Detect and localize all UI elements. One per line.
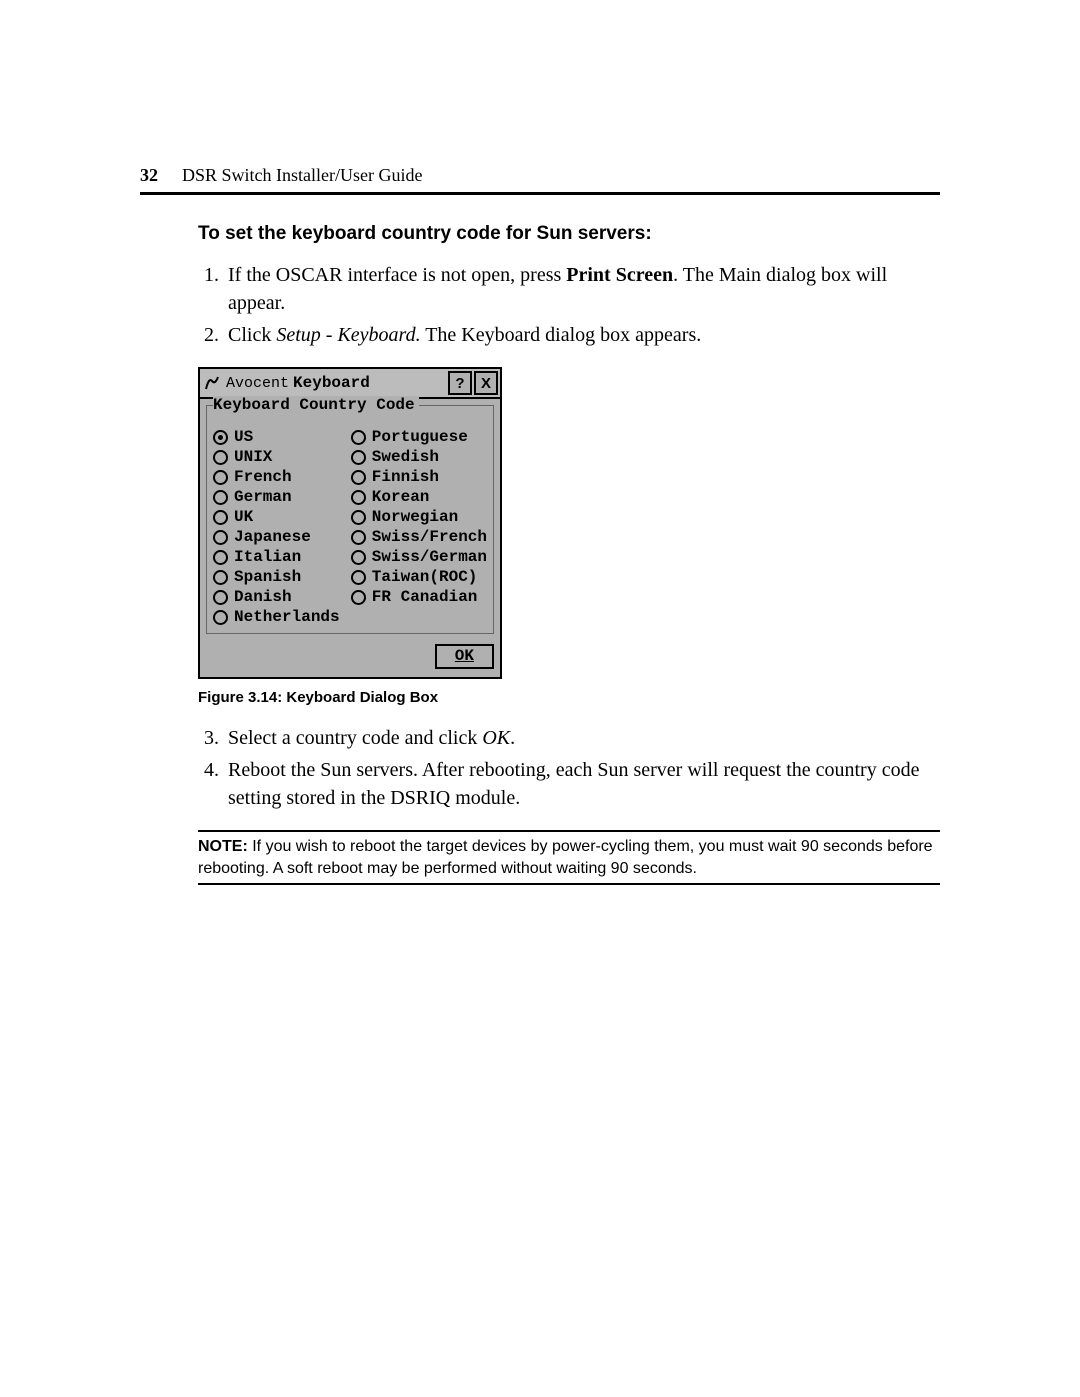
page: 32 DSR Switch Installer/User Guide To se… xyxy=(0,0,1080,1397)
radio-label: Swiss/German xyxy=(372,548,487,567)
step-2: Click Setup - Keyboard. The Keyboard dia… xyxy=(224,321,940,349)
radio-label: Danish xyxy=(234,588,292,607)
radio-option[interactable]: Japanese xyxy=(213,528,343,547)
step-4: Reboot the Sun servers. After rebooting,… xyxy=(224,756,940,812)
step-text: The Keyboard dialog box appears. xyxy=(421,324,702,346)
close-button[interactable]: X xyxy=(474,371,498,395)
steps-list-1: If the OSCAR interface is not open, pres… xyxy=(198,261,940,349)
radio-icon[interactable] xyxy=(351,570,366,585)
radio-icon[interactable] xyxy=(213,510,228,525)
radio-icon[interactable] xyxy=(351,450,366,465)
radio-icon[interactable] xyxy=(351,430,366,445)
step-bold: Print Screen xyxy=(566,264,673,286)
radio-option[interactable]: Portuguese xyxy=(351,428,487,447)
radio-icon[interactable] xyxy=(351,490,366,505)
radio-option[interactable]: Korean xyxy=(351,488,487,507)
radio-label: Japanese xyxy=(234,528,311,547)
radio-label: French xyxy=(234,468,292,487)
radio-label: FR Canadian xyxy=(372,588,478,607)
radio-label: Portuguese xyxy=(372,428,468,447)
radio-label: Taiwan(ROC) xyxy=(372,568,478,587)
radio-icon[interactable] xyxy=(351,530,366,545)
radio-label: Swedish xyxy=(372,448,439,467)
radio-option[interactable]: Netherlands xyxy=(213,608,343,627)
radio-label: German xyxy=(234,488,292,507)
keyboard-dialog: Avocent Keyboard ? X Keyboard Country Co… xyxy=(198,367,502,679)
radio-icon[interactable] xyxy=(351,550,366,565)
radio-label: Spanish xyxy=(234,568,301,587)
radio-label: Italian xyxy=(234,548,301,567)
page-number: 32 xyxy=(140,165,158,186)
radio-option[interactable]: US xyxy=(213,428,343,447)
radio-option[interactable]: Swedish xyxy=(351,448,487,467)
radio-icon[interactable] xyxy=(213,430,228,445)
note-rule-top xyxy=(198,830,940,832)
radio-option[interactable]: German xyxy=(213,488,343,507)
note-body: If you wish to reboot the target devices… xyxy=(198,838,933,877)
step-1: If the OSCAR interface is not open, pres… xyxy=(224,261,940,317)
dialog-brand: Avocent xyxy=(226,375,289,392)
radio-icon[interactable] xyxy=(351,470,366,485)
radio-icon[interactable] xyxy=(351,590,366,605)
radio-option[interactable]: Danish xyxy=(213,588,343,607)
radio-option[interactable]: Finnish xyxy=(351,468,487,487)
step-italic: OK xyxy=(482,727,510,749)
radio-option[interactable]: UNIX xyxy=(213,448,343,467)
step-italic: Setup - Keyboard. xyxy=(276,324,420,346)
radio-label: Finnish xyxy=(372,468,439,487)
step-text: Reboot the Sun servers. After rebooting,… xyxy=(228,759,919,809)
steps-list-2: Select a country code and click OK. Rebo… xyxy=(198,724,940,812)
radio-icon[interactable] xyxy=(213,610,228,625)
note-label: NOTE: xyxy=(198,838,248,855)
radio-label: UK xyxy=(234,508,253,527)
avocent-logo-icon xyxy=(204,375,220,391)
page-content: To set the keyboard country code for Sun… xyxy=(140,223,940,885)
radio-option[interactable]: Taiwan(ROC) xyxy=(351,568,487,587)
radio-label: Norwegian xyxy=(372,508,458,527)
radio-label: Swiss/French xyxy=(372,528,487,547)
dialog-titlebar: Avocent Keyboard ? X xyxy=(200,369,500,399)
radio-label: US xyxy=(234,428,253,447)
step-text: . xyxy=(510,727,515,749)
dialog-title: Keyboard xyxy=(293,374,446,392)
figure-caption: Figure 3.14: Keyboard Dialog Box xyxy=(198,689,940,706)
header-rule xyxy=(140,192,940,195)
section-heading: To set the keyboard country code for Sun… xyxy=(198,223,940,245)
radio-option[interactable]: Norwegian xyxy=(351,508,487,527)
country-code-fieldset: Keyboard Country Code USPortugueseUNIXSw… xyxy=(206,405,494,634)
radio-icon[interactable] xyxy=(213,490,228,505)
radio-option[interactable]: Swiss/French xyxy=(351,528,487,547)
radio-icon[interactable] xyxy=(213,590,228,605)
radio-icon[interactable] xyxy=(213,530,228,545)
radio-option[interactable]: Swiss/German xyxy=(351,548,487,567)
radio-icon[interactable] xyxy=(213,570,228,585)
ok-button[interactable]: OK xyxy=(435,644,494,669)
radio-label: Netherlands xyxy=(234,608,340,627)
page-header: 32 DSR Switch Installer/User Guide xyxy=(140,165,940,186)
radio-icon[interactable] xyxy=(213,450,228,465)
radio-label: UNIX xyxy=(234,448,272,467)
radio-option[interactable]: French xyxy=(213,468,343,487)
radio-option[interactable]: Italian xyxy=(213,548,343,567)
note-rule-bottom xyxy=(198,883,940,885)
doc-title: DSR Switch Installer/User Guide xyxy=(182,165,422,186)
radio-option[interactable]: Spanish xyxy=(213,568,343,587)
step-text: Select a country code and click xyxy=(228,727,482,749)
note: NOTE: If you wish to reboot the target d… xyxy=(198,836,940,879)
radio-option[interactable]: FR Canadian xyxy=(351,588,487,607)
radio-icon[interactable] xyxy=(213,470,228,485)
dialog-body: Keyboard Country Code US Portuguese UNIX Sw… xyxy=(200,399,500,636)
radio-icon[interactable] xyxy=(213,550,228,565)
step-3: Select a country code and click OK. xyxy=(224,724,940,752)
radio-option[interactable]: UK xyxy=(213,508,343,527)
step-text: If the OSCAR interface is not open, pres… xyxy=(228,264,566,286)
radio-grid: US Portuguese UNIX Swedish French Finnish Germ… xyxy=(213,428,487,627)
fieldset-legend: Keyboard Country Code xyxy=(213,396,419,414)
dialog-footer: OK xyxy=(200,636,500,677)
help-button[interactable]: ? xyxy=(448,371,472,395)
radio-icon[interactable] xyxy=(351,510,366,525)
step-text: Click xyxy=(228,324,276,346)
radio-label: Korean xyxy=(372,488,430,507)
